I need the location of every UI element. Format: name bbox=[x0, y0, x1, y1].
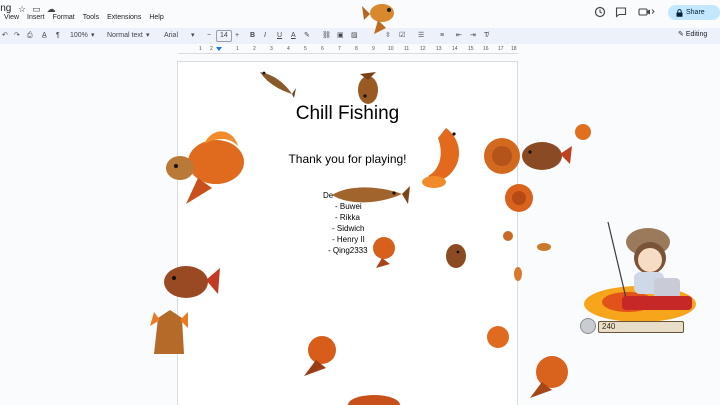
fisher-character[interactable] bbox=[582, 220, 702, 324]
spellcheck-icon[interactable]: A̲ bbox=[42, 30, 47, 42]
ruler-tick: 14 bbox=[452, 46, 458, 52]
document-heading: Chill Fishing bbox=[295, 103, 400, 124]
editing-label: Editing bbox=[685, 31, 708, 38]
ruler-tick: 18 bbox=[511, 46, 517, 52]
paint-format-icon[interactable]: ¶ bbox=[56, 30, 60, 42]
menu-list: View Insert Format Tools Extensions Help bbox=[4, 14, 164, 21]
coin-bar: 240 bbox=[598, 321, 684, 333]
ruler-tick: 1 bbox=[199, 46, 202, 52]
fish-sprite[interactable] bbox=[573, 121, 593, 143]
highlight-icon[interactable]: ✎ bbox=[304, 30, 310, 42]
comment-add-icon[interactable]: ▣ bbox=[337, 30, 344, 42]
chevron-down-icon: ▾ bbox=[91, 32, 95, 39]
ruler-tick: 16 bbox=[483, 46, 489, 52]
fish-sprite[interactable] bbox=[164, 124, 254, 210]
ruler-tick: 8 bbox=[355, 46, 358, 52]
history-icon[interactable] bbox=[594, 6, 606, 18]
fish-sprite[interactable] bbox=[502, 180, 536, 216]
ruler[interactable]: 1 2 1 2 3 4 5 6 7 8 9 10 11 12 13 14 15 … bbox=[178, 46, 518, 54]
fish-sprite[interactable] bbox=[370, 232, 400, 268]
increase-size-icon[interactable]: + bbox=[235, 30, 239, 42]
bold-icon[interactable]: B bbox=[250, 30, 255, 42]
fish-sprite[interactable] bbox=[256, 64, 296, 100]
list-item: - Rikka bbox=[335, 213, 360, 222]
fish-sprite[interactable] bbox=[484, 322, 512, 352]
document-page[interactable]: Chill Fishing Thank you for playing! De … bbox=[177, 61, 518, 405]
meet-icon[interactable] bbox=[638, 6, 656, 18]
fish-sprite[interactable] bbox=[512, 266, 524, 282]
coin-count: 240 bbox=[602, 322, 616, 331]
list-item: - Qing2333 bbox=[328, 246, 368, 255]
fish-sprite[interactable] bbox=[354, 68, 382, 108]
redo-icon[interactable]: ↷ bbox=[14, 30, 20, 42]
indent-marker[interactable] bbox=[216, 47, 222, 51]
ruler-tick: 2 bbox=[253, 46, 256, 52]
font-size-input[interactable]: 14 bbox=[216, 30, 232, 42]
menu-format[interactable]: Format bbox=[53, 14, 75, 21]
fish-sprite[interactable] bbox=[524, 350, 574, 400]
ruler-tick: 17 bbox=[498, 46, 504, 52]
fish-sprite[interactable] bbox=[536, 242, 552, 252]
fish-sprite[interactable] bbox=[502, 230, 514, 242]
menu-help[interactable]: Help bbox=[149, 14, 163, 21]
numbered-list-icon[interactable]: ≡ bbox=[440, 30, 444, 42]
list-item: - Henry II bbox=[332, 235, 365, 244]
zoom-select[interactable]: 100% bbox=[70, 30, 88, 42]
menu-extensions[interactable]: Extensions bbox=[107, 14, 141, 21]
clear-format-icon[interactable]: T̸ bbox=[484, 30, 488, 42]
ruler-tick: 9 bbox=[372, 46, 375, 52]
increase-indent-icon[interactable]: ⇥ bbox=[470, 30, 476, 42]
print-icon[interactable]: ⎙ bbox=[27, 30, 33, 42]
editing-mode-button[interactable]: ✎ Editing bbox=[678, 30, 707, 38]
image-icon[interactable]: ▨ bbox=[351, 30, 358, 42]
fish-sprite[interactable] bbox=[344, 394, 404, 405]
fish-sprite[interactable] bbox=[330, 182, 410, 208]
coin-counter: 240 bbox=[580, 318, 686, 338]
menu-insert[interactable]: Insert bbox=[27, 14, 45, 21]
ruler-tick: 1 bbox=[236, 46, 239, 52]
lock-icon bbox=[676, 8, 683, 17]
share-label: Share bbox=[686, 9, 705, 16]
ruler-tick: 5 bbox=[304, 46, 307, 52]
share-button[interactable]: Share bbox=[668, 5, 720, 20]
document-title[interactable]: ing bbox=[0, 3, 11, 14]
list-item: - Sidwich bbox=[332, 224, 365, 233]
chevron-down-icon: ▾ bbox=[191, 32, 195, 39]
underline-icon[interactable]: U bbox=[277, 30, 282, 42]
menu-tools[interactable]: Tools bbox=[83, 14, 99, 21]
ruler-tick: 12 bbox=[420, 46, 426, 52]
chevron-down-icon: ▾ bbox=[146, 32, 150, 39]
decrease-indent-icon[interactable]: ⇤ bbox=[456, 30, 462, 42]
fish-sprite[interactable] bbox=[480, 134, 572, 178]
fish-sprite[interactable] bbox=[420, 124, 470, 192]
text-color-icon[interactable]: A bbox=[291, 30, 296, 42]
comment-icon[interactable] bbox=[615, 6, 627, 18]
ruler-tick: 6 bbox=[321, 46, 324, 52]
fish-sprite[interactable] bbox=[160, 258, 220, 306]
ruler-tick: 13 bbox=[436, 46, 442, 52]
fish-sprite[interactable] bbox=[442, 240, 470, 272]
coin-icon bbox=[580, 318, 596, 334]
ruler-tick: 10 bbox=[388, 46, 394, 52]
ruler-tick: 2 bbox=[210, 46, 213, 52]
ruler-tick: 15 bbox=[468, 46, 474, 52]
undo-icon[interactable]: ↶ bbox=[2, 30, 8, 42]
fish-sprite[interactable] bbox=[144, 304, 194, 358]
italic-icon[interactable]: I bbox=[264, 30, 266, 42]
fish-sprite[interactable] bbox=[360, 0, 400, 36]
link-icon[interactable]: ⛓ bbox=[322, 30, 331, 42]
ruler-tick: 3 bbox=[270, 46, 273, 52]
fish-sprite[interactable] bbox=[296, 330, 344, 378]
style-select[interactable]: Normal text bbox=[107, 30, 143, 42]
ruler-tick: 7 bbox=[338, 46, 341, 52]
pencil-icon: ✎ bbox=[678, 31, 684, 38]
bullet-list-icon[interactable]: ☰ bbox=[418, 30, 424, 42]
ruler-tick: 11 bbox=[404, 46, 410, 52]
menu-view[interactable]: View bbox=[4, 14, 19, 21]
font-select[interactable]: Arial bbox=[164, 30, 178, 42]
decrease-size-icon[interactable]: − bbox=[207, 30, 211, 42]
ruler-tick: 4 bbox=[287, 46, 290, 52]
